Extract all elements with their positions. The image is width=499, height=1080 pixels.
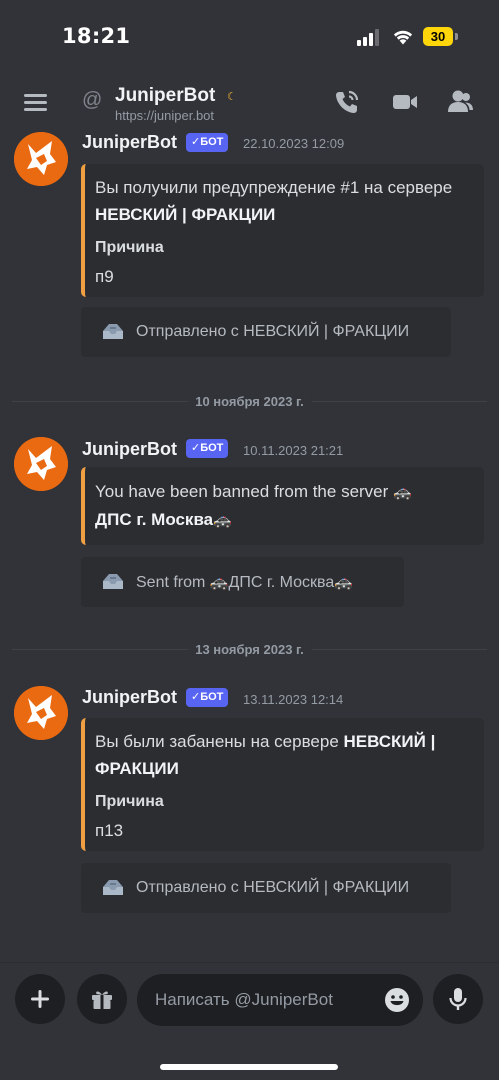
signal-icon xyxy=(357,28,383,46)
phone-call-icon[interactable] xyxy=(333,88,361,116)
avatar[interactable] xyxy=(14,437,68,491)
inbox-tray-icon xyxy=(103,574,123,589)
message-author[interactable]: JuniperBot xyxy=(82,687,177,708)
battery-tip xyxy=(455,33,458,40)
hamburger-icon[interactable] xyxy=(24,94,47,112)
plus-icon xyxy=(31,990,49,1008)
status-bar: 18:21 30 xyxy=(0,0,499,72)
message-timestamp: 10.11.2023 21:21 xyxy=(243,443,344,458)
channel-header: @ JuniperBot ☾ https://juniper.bot xyxy=(0,72,499,130)
home-indicator xyxy=(160,1064,338,1070)
server-name: НЕВСКИЙ | ФРАКЦИИ xyxy=(95,205,276,224)
bot-badge: ✓БОТ xyxy=(186,688,229,707)
police-car-icon: 🚓 xyxy=(393,484,412,501)
embed-field-value: п13 xyxy=(95,821,124,840)
at-icon: @ xyxy=(82,89,103,111)
dm-title[interactable]: JuniperBot xyxy=(115,85,215,107)
fox-logo-icon xyxy=(14,132,68,186)
avatar[interactable] xyxy=(14,686,68,740)
moon-icon: ☾ xyxy=(227,91,237,103)
message-group: JuniperBot ✓БОТ 10.11.2023 21:21 You hav… xyxy=(0,437,499,612)
video-icon[interactable] xyxy=(391,88,419,116)
message-composer xyxy=(137,974,423,1026)
message-author[interactable]: JuniperBot xyxy=(82,439,177,460)
sent-from-button[interactable]: Отправлено с НЕВСКИЙ | ФРАКЦИИ xyxy=(81,863,451,913)
status-time: 18:21 xyxy=(62,24,131,48)
sent-from-button[interactable]: Sent from 🚓ДПС г. Москва🚓 xyxy=(81,557,404,607)
dm-subtitle: https://juniper.bot xyxy=(115,108,215,123)
composer-separator xyxy=(0,962,499,963)
message-group: JuniperBot ✓БОТ 13.11.2023 12:14 Вы были… xyxy=(0,686,499,918)
microphone-icon xyxy=(449,988,467,1010)
voice-message-button[interactable] xyxy=(433,974,483,1024)
date-divider-label: 10 ноября 2023 г. xyxy=(187,392,312,412)
police-car-icon: 🚓 xyxy=(213,512,232,529)
message-timestamp: 13.11.2023 12:14 xyxy=(243,692,344,707)
server-name: ДПС г. Москва xyxy=(95,510,214,529)
embed-field-name: Причина xyxy=(95,239,164,256)
avatar[interactable] xyxy=(14,132,68,186)
embed-description: Вы были забанены на сервере НЕВСКИЙ | ФР… xyxy=(95,732,436,778)
embed-description: You have been banned from the server 🚓 ДП… xyxy=(95,482,412,529)
sent-from-text: Sent from 🚓ДПС г. Москва🚓 xyxy=(136,573,353,591)
add-attachment-button[interactable] xyxy=(15,974,65,1024)
gift-icon xyxy=(92,991,112,1009)
gift-button[interactable] xyxy=(77,974,127,1024)
message-group: JuniperBot ✓БОТ 22.10.2023 12:09 Вы полу… xyxy=(0,130,499,360)
sent-from-button[interactable]: Отправлено с НЕВСКИЙ | ФРАКЦИИ xyxy=(81,307,451,357)
message-timestamp: 22.10.2023 12:09 xyxy=(243,136,345,151)
message-embed: Вы были забанены на сервере НЕВСКИЙ | ФР… xyxy=(81,718,484,851)
message-embed: Вы получили предупреждение #1 на сервере… xyxy=(81,164,484,297)
date-divider: 10 ноября 2023 г. xyxy=(12,392,487,412)
members-icon[interactable] xyxy=(446,88,474,116)
message-input[interactable] xyxy=(155,987,375,1013)
police-car-icon: 🚓 xyxy=(334,573,353,591)
inbox-tray-icon xyxy=(103,880,123,895)
police-car-icon: 🚓 xyxy=(209,573,229,591)
inbox-tray-icon xyxy=(103,324,123,339)
embed-field-value: п9 xyxy=(95,267,114,286)
embed-field-name: Причина xyxy=(95,793,164,810)
emoji-icon[interactable] xyxy=(384,987,410,1013)
fox-logo-icon xyxy=(14,437,68,491)
date-divider: 13 ноября 2023 г. xyxy=(12,640,487,660)
embed-description: Вы получили предупреждение #1 на сервере… xyxy=(95,178,453,224)
message-author[interactable]: JuniperBot xyxy=(82,132,177,153)
battery-indicator: 30 xyxy=(423,27,453,46)
sent-from-text: Отправлено с НЕВСКИЙ | ФРАКЦИИ xyxy=(136,879,410,896)
bot-badge: ✓БОТ xyxy=(186,439,229,458)
date-divider-label: 13 ноября 2023 г. xyxy=(187,640,312,660)
wifi-icon xyxy=(393,30,413,45)
bot-badge: ✓БОТ xyxy=(186,133,229,152)
sent-from-text: Отправлено с НЕВСКИЙ | ФРАКЦИИ xyxy=(136,323,410,340)
fox-logo-icon xyxy=(14,686,68,740)
message-embed: You have been banned from the server 🚓 ДП… xyxy=(81,467,484,545)
